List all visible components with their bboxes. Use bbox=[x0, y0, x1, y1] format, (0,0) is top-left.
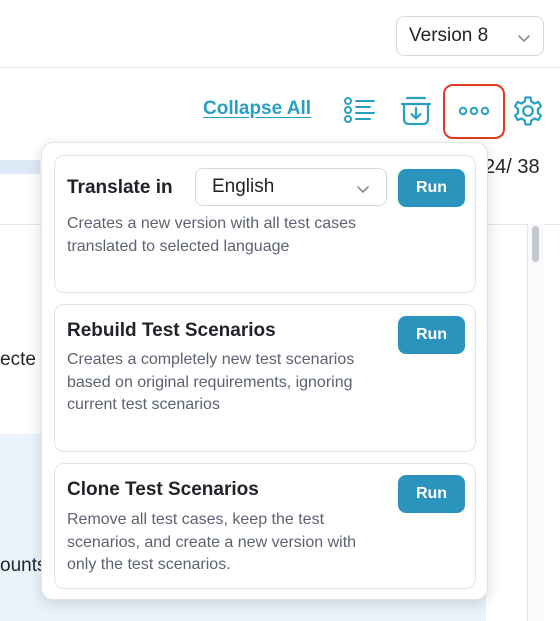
menu-item-description: Creates a new version with all test case… bbox=[67, 215, 357, 255]
background-text: ounts bbox=[0, 555, 47, 576]
menu-item-title: Translate in bbox=[67, 177, 173, 198]
run-rebuild-button[interactable]: Run bbox=[398, 316, 465, 354]
page-counter: 24/ 38 bbox=[484, 156, 540, 178]
top-bar: Version 8 bbox=[0, 0, 560, 68]
menu-item-description: Remove all test cases, keep the test sce… bbox=[67, 511, 357, 573]
download-tray-icon[interactable] bbox=[399, 93, 433, 127]
run-translate-button[interactable]: Run bbox=[398, 169, 465, 207]
menu-item-title: Rebuild Test Scenarios bbox=[67, 320, 276, 341]
chevron-down-icon bbox=[517, 29, 531, 43]
more-options-icon bbox=[458, 103, 490, 121]
more-options-button[interactable] bbox=[443, 84, 505, 139]
scrollbar-thumb[interactable] bbox=[532, 226, 539, 262]
menu-item-title: Clone Test Scenarios bbox=[67, 479, 259, 500]
version-select[interactable]: Version 8 bbox=[396, 16, 544, 56]
menu-item-description: Creates a completely new test scenarios … bbox=[67, 351, 355, 413]
collapse-all-link[interactable]: Collapse All bbox=[203, 98, 311, 120]
background-text: ecte bbox=[0, 349, 36, 370]
list-outline-icon[interactable] bbox=[343, 97, 377, 123]
language-select-value: English bbox=[212, 176, 275, 197]
background-highlight bbox=[0, 160, 40, 174]
menu-item-clone-test-scenarios: Clone Test Scenarios Run Remove all test… bbox=[54, 463, 476, 589]
language-select[interactable]: English bbox=[195, 168, 387, 206]
menu-item-rebuild-test-scenarios: Rebuild Test Scenarios Run Creates a com… bbox=[54, 304, 476, 452]
run-clone-button[interactable]: Run bbox=[398, 475, 465, 513]
menu-item-translate: Translate in English Run Creates a new v… bbox=[54, 155, 476, 293]
chevron-down-icon bbox=[356, 180, 370, 194]
scrollbar[interactable] bbox=[527, 224, 544, 621]
version-select-value: Version 8 bbox=[409, 25, 489, 46]
gear-icon[interactable] bbox=[512, 95, 544, 127]
more-options-menu: Translate in English Run Creates a new v… bbox=[41, 142, 488, 600]
